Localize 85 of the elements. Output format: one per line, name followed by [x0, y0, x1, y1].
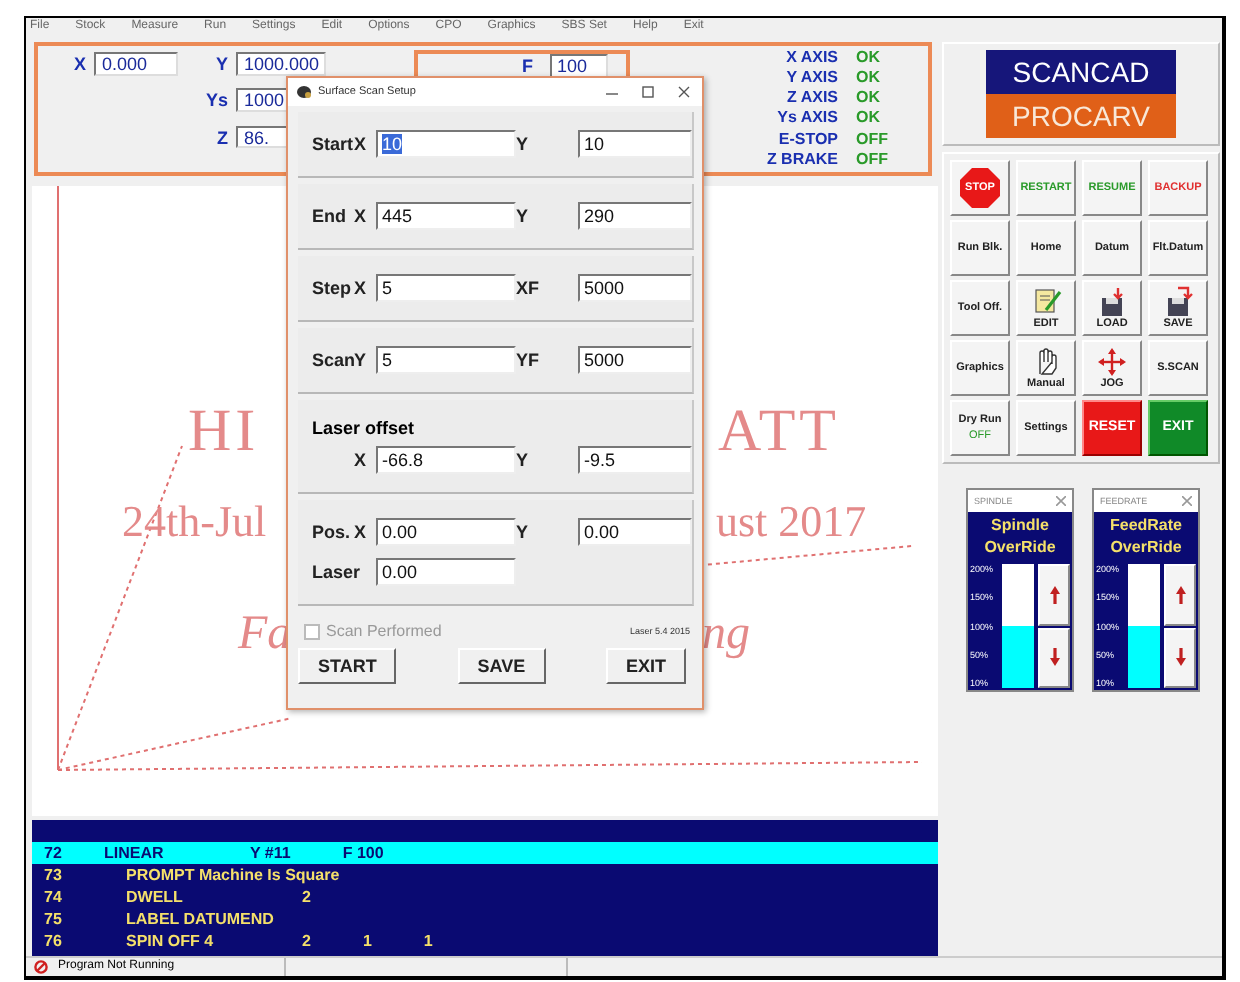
- axis-name: Y AXIS: [784, 70, 838, 90]
- field-label: X: [354, 206, 369, 226]
- coordinate-field[interactable]: 0.000: [94, 52, 178, 76]
- feed-label: F: [522, 54, 533, 78]
- no-entry-icon: [34, 960, 48, 974]
- row-label: Step: [312, 278, 354, 298]
- number-field[interactable]: 10: [376, 130, 516, 158]
- field-label: XF: [516, 278, 540, 298]
- axis-state: OK: [856, 90, 882, 110]
- axis-name: E-STOP: [776, 131, 838, 152]
- axis-name: X AXIS: [784, 50, 838, 70]
- axis-state: OK: [856, 50, 882, 70]
- number-field[interactable]: 5000: [578, 274, 692, 302]
- arrow-up-icon: [1175, 585, 1185, 604]
- axis-name: Ys AXIS: [775, 110, 838, 131]
- close-icon: [678, 86, 690, 98]
- floppy-disk-icon: [1096, 286, 1128, 318]
- row-label: Pos.: [312, 522, 353, 542]
- number-field[interactable]: 0.00: [578, 518, 692, 546]
- four-arrows-icon: [1096, 346, 1128, 378]
- field-label: Y: [354, 350, 369, 370]
- section-heading: Laser offset: [312, 418, 417, 438]
- feed-field[interactable]: 100: [549, 54, 607, 78]
- field-label: Y: [516, 206, 531, 226]
- engraving-text: 24th-Jul: [122, 500, 267, 544]
- step-down-button[interactable]: [1038, 627, 1070, 688]
- step-down-button[interactable]: [1164, 627, 1196, 688]
- close-icon: [1182, 496, 1192, 506]
- checkbox-label: Scan Performed: [326, 622, 442, 640]
- number-field[interactable]: 0.00: [376, 558, 516, 586]
- close-icon: [1056, 496, 1066, 506]
- number-field[interactable]: 5000: [578, 346, 692, 374]
- maximize-icon: [642, 86, 654, 98]
- row-label: Laser: [312, 562, 363, 582]
- code-line[interactable]: 74 DWELL 2: [32, 886, 946, 908]
- axis-name: Z BRAKE: [766, 151, 838, 172]
- engraving-text: ng: [702, 610, 750, 658]
- engraving-text: HI: [188, 402, 260, 462]
- arrow-down-icon: [1175, 648, 1185, 667]
- field-label: Y: [516, 450, 531, 470]
- dialog-button[interactable]: SAVE: [457, 648, 546, 684]
- field-label: Y: [516, 522, 531, 542]
- dialog-button[interactable]: START: [298, 648, 397, 684]
- row-label: Scan: [312, 350, 354, 370]
- field-label: YF: [516, 350, 540, 370]
- axis-label: Ys: [203, 88, 230, 112]
- step-up-button[interactable]: [1038, 564, 1070, 625]
- axis-label: Y: [213, 52, 230, 76]
- field-label: X: [354, 450, 369, 470]
- axis-label: X: [74, 52, 89, 76]
- step-up-button[interactable]: [1164, 564, 1196, 625]
- code-line[interactable]: 73 PROMPT Machine Is Square: [32, 864, 946, 886]
- logo: SCANCAD PROCARV: [986, 50, 1176, 138]
- axis-state: OK: [856, 70, 882, 90]
- number-field[interactable]: 5: [376, 346, 516, 374]
- number-field[interactable]: 10: [578, 130, 692, 158]
- override-heading: FeedRate OverRide: [1107, 514, 1184, 560]
- field-label: X: [354, 278, 369, 298]
- arrow-up-icon: [1049, 585, 1059, 604]
- field-label: X: [354, 522, 369, 542]
- number-field[interactable]: 445: [376, 202, 516, 230]
- axis-state: OFF: [856, 131, 888, 152]
- axis-label: Z: [215, 126, 230, 148]
- override-heading: Spindle OverRide: [982, 514, 1058, 560]
- number-field[interactable]: -66.8: [376, 446, 516, 474]
- axis-state: OFF: [856, 151, 888, 172]
- field-label: Y: [516, 134, 531, 154]
- dialog-button[interactable]: EXIT: [605, 648, 686, 684]
- axis-name: Z AXIS: [785, 90, 838, 110]
- axis-state: OK: [856, 110, 882, 131]
- field-label: X: [354, 134, 369, 154]
- app-icon: [296, 84, 312, 100]
- number-field[interactable]: 290: [578, 202, 692, 230]
- row-label: End: [312, 206, 348, 226]
- engraving-text: ust 2017: [716, 500, 867, 544]
- arrow-down-icon: [1049, 648, 1059, 667]
- number-field[interactable]: 5: [376, 274, 516, 302]
- number-field[interactable]: 0.00: [376, 518, 516, 546]
- floppy-disk-icon: [1162, 286, 1194, 318]
- notepad-icon: [1030, 286, 1062, 318]
- engraving-text: ATT: [718, 402, 840, 462]
- code-line[interactable]: 76 SPIN OFF 4 2 1 1: [32, 930, 946, 952]
- coordinate-field[interactable]: 1000.000: [236, 52, 326, 76]
- code-line[interactable]: 75 LABEL DATUMEND: [32, 908, 946, 930]
- number-field[interactable]: -9.5: [578, 446, 692, 474]
